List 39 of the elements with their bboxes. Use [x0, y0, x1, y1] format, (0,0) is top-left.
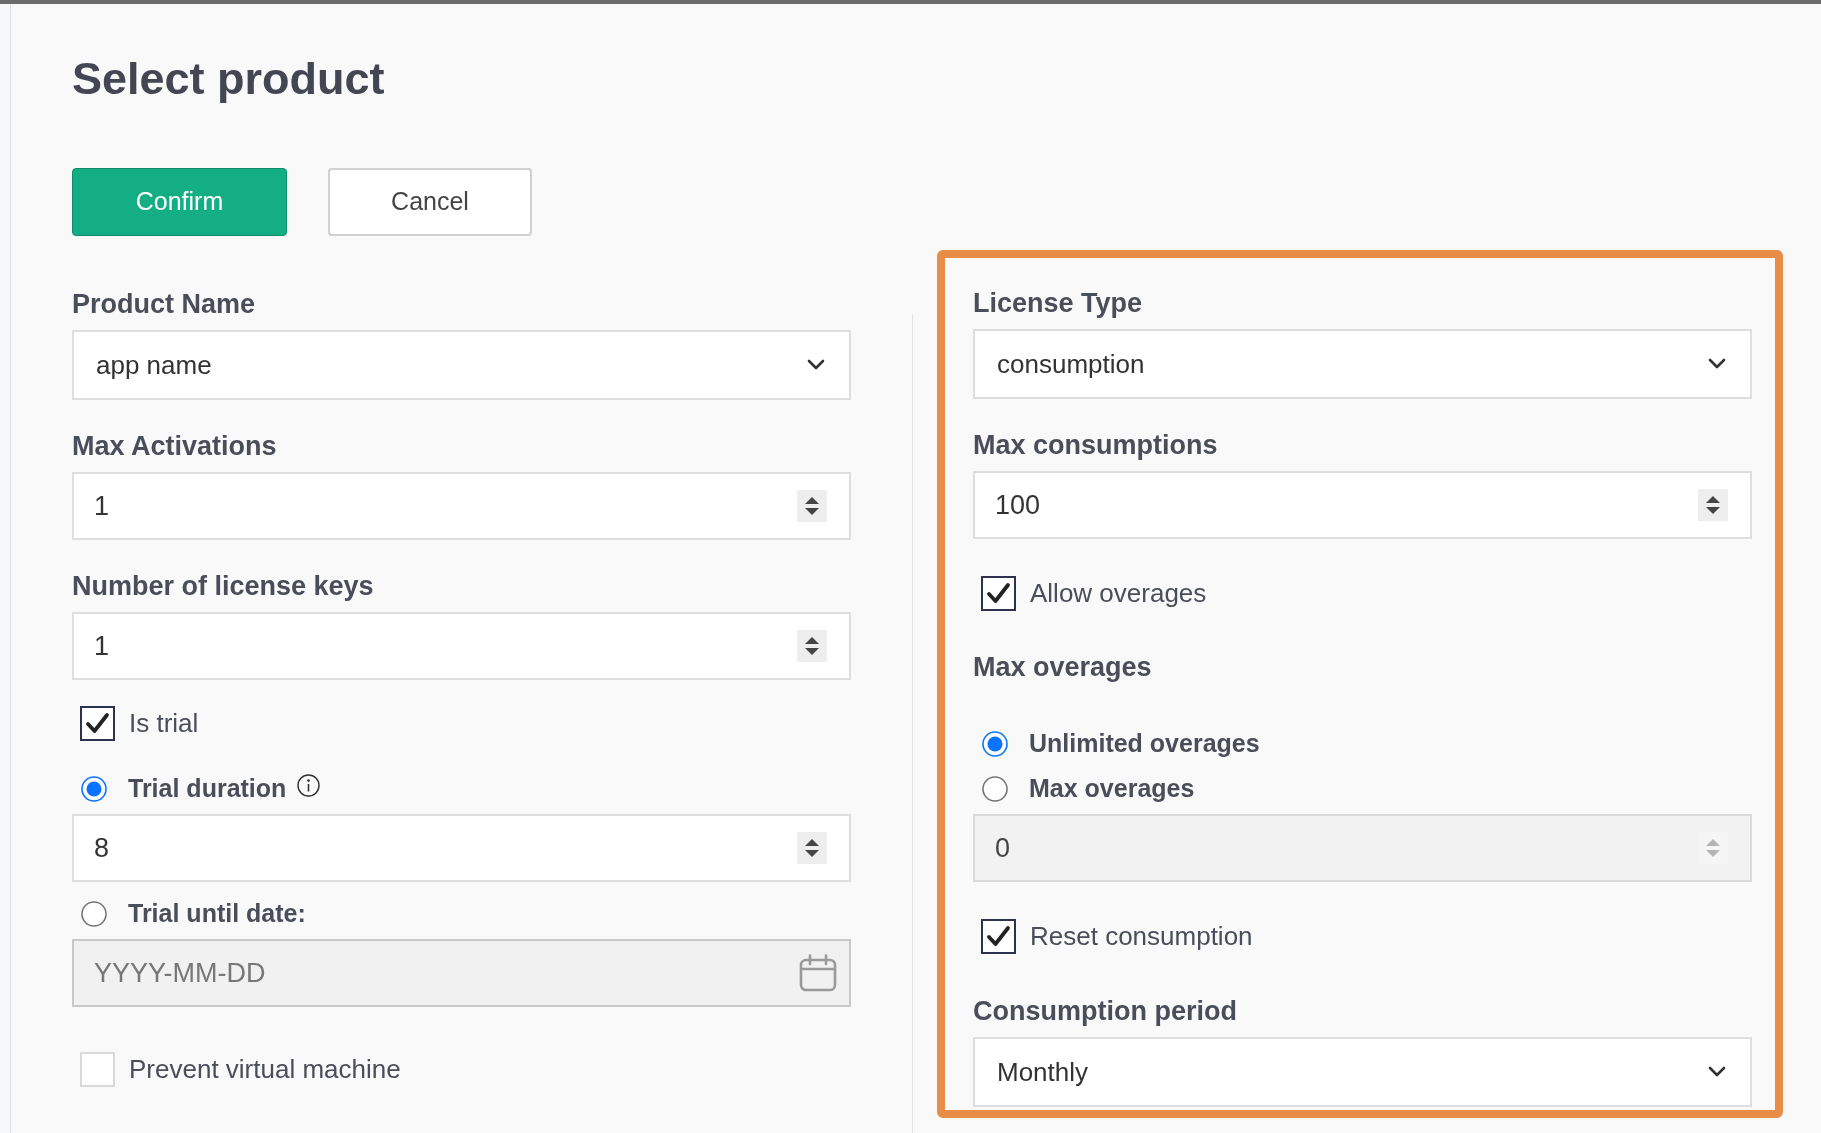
checkbox[interactable] [80, 706, 115, 741]
field-label: Max Activations [72, 432, 277, 460]
stepper-arrows-icon[interactable] [797, 832, 827, 864]
dropdown[interactable]: consumption [973, 329, 1752, 399]
checkbox[interactable] [981, 576, 1016, 611]
chevron-down-icon [1708, 358, 1726, 370]
number-input[interactable]: 100 [973, 471, 1752, 539]
stepper-arrows-icon[interactable] [797, 630, 827, 662]
stepper-arrows-icon[interactable] [1698, 489, 1728, 521]
field-label: Consumption period [973, 997, 1237, 1025]
radio-button[interactable] [982, 731, 1008, 757]
dropdown[interactable]: app name [72, 330, 851, 400]
checkbox-label[interactable]: Reset consumption [1030, 917, 1253, 956]
info-icon[interactable] [297, 773, 321, 797]
radio-label[interactable]: Unlimited overages [1029, 725, 1260, 763]
checkbox-label[interactable]: Prevent virtual machine [129, 1050, 401, 1089]
number-input[interactable]: 8 [72, 814, 851, 882]
chevron-down-icon [807, 359, 825, 371]
page-title: Select product [72, 52, 385, 106]
section-label: Max overages [973, 653, 1152, 681]
radio-label[interactable]: Max overages [1029, 770, 1195, 808]
checkbox-label[interactable]: Allow overages [1030, 574, 1207, 613]
radio-label[interactable]: Trial duration [128, 770, 287, 808]
radio-button[interactable] [81, 901, 107, 927]
chevron-down-icon [1708, 1066, 1726, 1078]
field-label: Max consumptions [973, 431, 1218, 459]
checkbox-label[interactable]: Is trial [129, 704, 199, 743]
radio-label[interactable]: Trial until date: [128, 895, 306, 933]
dropdown[interactable]: Monthly [973, 1037, 1752, 1107]
number-input[interactable]: 1 [72, 472, 851, 540]
checkbox[interactable] [981, 919, 1016, 954]
radio-button[interactable] [81, 776, 107, 802]
stepper-arrows-icon[interactable] [797, 490, 827, 522]
field-label: Product Name [72, 290, 256, 318]
radio-button[interactable] [982, 776, 1008, 802]
number-input[interactable]: 1 [72, 612, 851, 680]
field-label: Number of license keys [72, 572, 374, 600]
field-label: License Type [973, 289, 1143, 317]
cancel-button[interactable]: Cancel [328, 168, 532, 236]
